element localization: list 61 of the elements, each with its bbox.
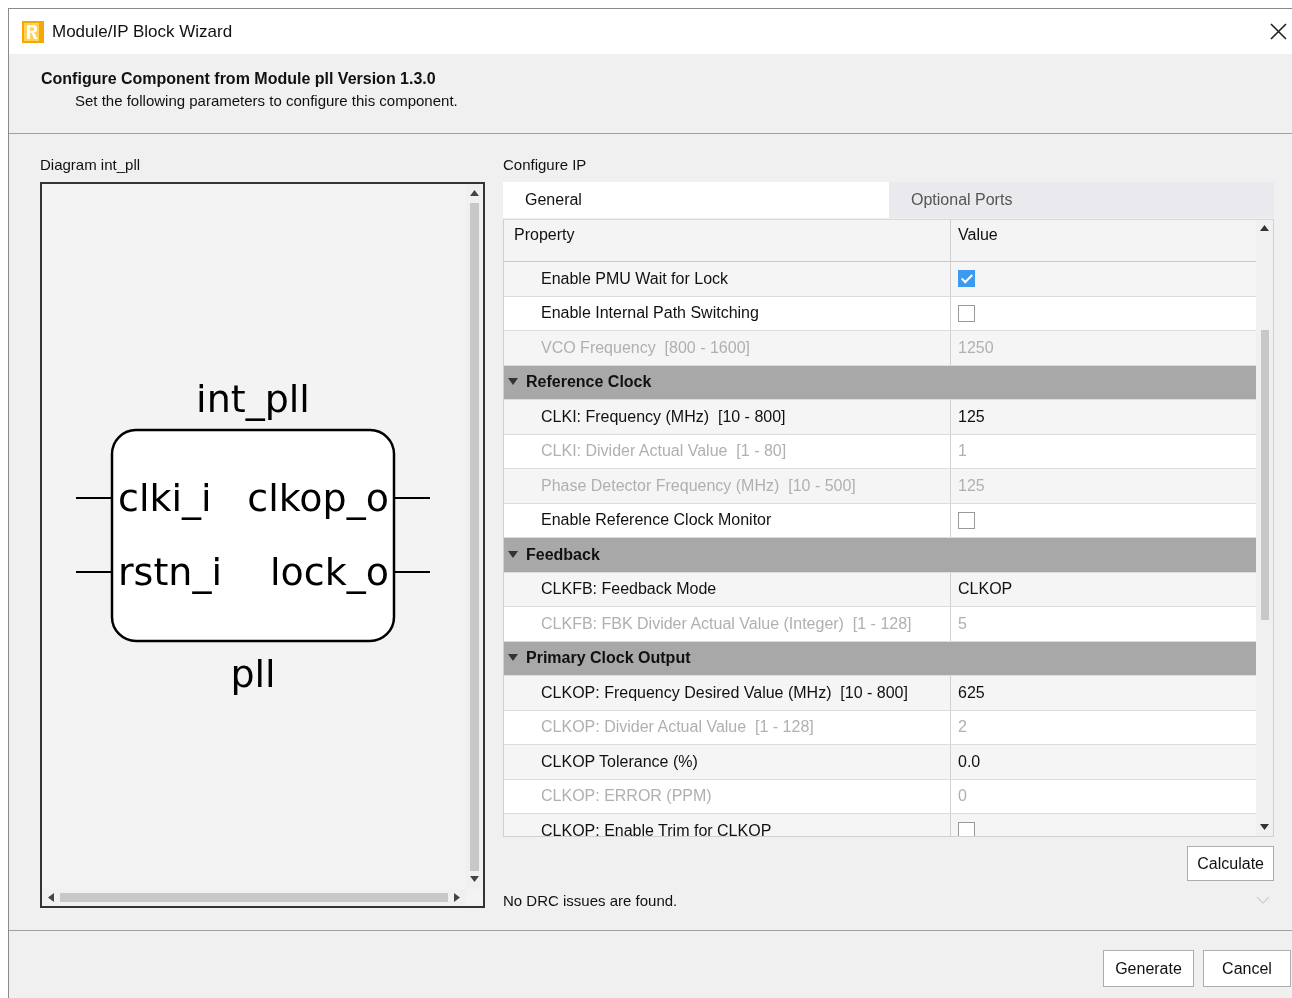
property-name: CLKI: Frequency (MHz) [10 - 800] [540,407,786,426]
window-title: Module/IP Block Wizard [52,21,234,42]
property-value[interactable]: 625 [958,683,985,702]
panel-label: Diagram int_pll [40,156,142,175]
port-line [75,497,112,499]
vertical-scrollbar[interactable] [1256,220,1273,836]
column-header[interactable]: Value [958,220,998,244]
section-header[interactable]: Reference Clock [504,365,1256,400]
property-name: CLKI: Divider Actual Value [1 - 80] [540,442,787,461]
port-label: lock_o [270,550,389,594]
property-value: 1 [958,442,967,461]
property-name: CLKFB: Feedback Mode [540,580,717,599]
collapse-triangle-icon[interactable] [508,654,518,663]
property-name: Enable Internal Path Switching [540,304,759,323]
checkbox[interactable] [958,511,975,529]
property-name: CLKOP: Frequency Desired Value (MHz) [10 - 800] [540,683,908,702]
property-value: 5 [958,614,967,633]
module-name: pll [230,652,276,696]
collapse-triangle-icon[interactable] [508,378,518,387]
property-value: 1250 [958,338,994,357]
property-name: CLKOP: ERROR (PPM) [540,787,712,806]
section-title: Feedback [526,545,600,564]
checkbox[interactable] [958,304,975,322]
checkbox[interactable] [958,270,975,288]
collapse-triangle-icon[interactable] [508,550,518,559]
page-subtitle: Set the following parameters to configure this component. [75,92,459,109]
property-name: Enable Reference Clock Monitor [540,511,772,530]
property-name: Phase Detector Frequency (MHz) [10 - 500] [540,476,856,495]
property-name: CLKFB: FBK Divider Actual Value (Integer) [1 - 128] [540,614,912,633]
port-line [75,571,112,573]
page-heading: Configure Component from Module pll Version 1.3.0 [41,70,437,88]
property-value[interactable]: CLKOP [958,580,1013,599]
port-label: rstn_i [118,550,222,594]
section-title: Primary Clock Output [526,649,691,668]
property-name: CLKOP Tolerance (%) [540,752,698,771]
property-value[interactable]: 125 [958,407,985,426]
calculate-button[interactable]: Calculate [1187,846,1274,881]
generate-button[interactable]: Generate [1103,950,1194,987]
property-name: VCO Frequency [800 - 1600] [540,338,750,357]
cancel-button[interactable]: Cancel [1203,950,1291,987]
section-title: Reference Clock [526,373,652,392]
property-name: CLKOP: Enable Trim for CLKOP [540,821,772,836]
property-value[interactable]: 0.0 [958,752,981,771]
port-line [394,497,431,499]
app-logo-icon [22,20,44,43]
panel-label: Configure IP [503,156,588,175]
status-message: No DRC issues are found. [503,891,679,909]
section-header[interactable]: Primary Clock Output [504,641,1256,676]
column-header[interactable]: Property [504,220,575,244]
section-header[interactable]: Feedback [504,538,1256,573]
tab[interactable]: General [503,182,889,218]
property-name: Enable PMU Wait for Lock [540,269,729,288]
instance-name: int_pll [196,377,310,421]
property-name: CLKOP: Divider Actual Value [1 - 128] [540,718,814,737]
property-value: 125 [958,476,985,495]
port-line [394,571,431,573]
property-value: 0 [958,787,967,806]
property-value: 2 [958,718,967,737]
port-label: clkop_o [247,476,389,520]
port-label: clki_i [118,476,212,520]
checkbox[interactable] [958,822,975,836]
